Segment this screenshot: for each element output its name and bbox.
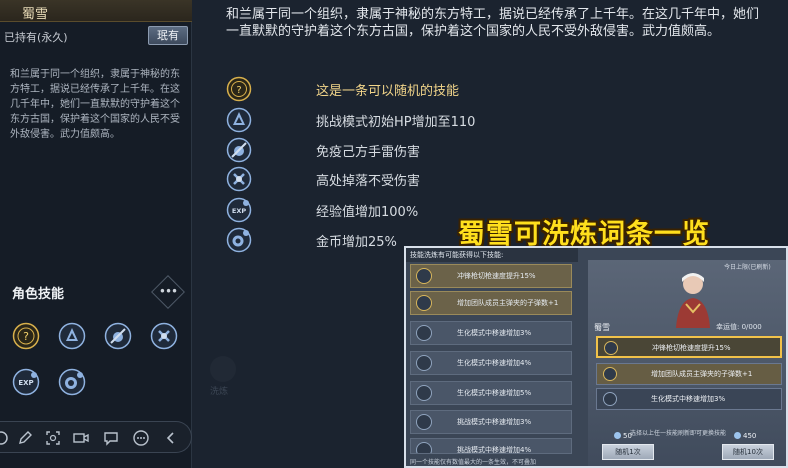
more-options-button[interactable]: ••• bbox=[151, 275, 185, 309]
random-skill-icon[interactable]: ? bbox=[12, 322, 40, 350]
ownership-status: 已持有(永久) bbox=[4, 31, 68, 44]
skill-icon bbox=[416, 414, 432, 430]
coin-icon bbox=[614, 432, 621, 439]
refine-label: 洗炼 bbox=[210, 387, 229, 397]
refine-panel: 今日上限(已刷新) 蜀雪 幸运值: 0/000 冲锋枪切枪速度提升15% 增加团… bbox=[588, 260, 786, 466]
gold-up-icon[interactable] bbox=[58, 368, 86, 396]
inset-list-item: 生化模式中移速增加4% bbox=[410, 351, 572, 375]
inset-list-item: 挑战模式中移速增加4% bbox=[410, 438, 572, 454]
inset-list-text: 挑战模式中移速增加4% bbox=[457, 446, 532, 454]
perk-text: 这是一条可以随机的技能 bbox=[316, 84, 460, 99]
inset-list-text: 生化模式中移速增加4% bbox=[457, 359, 532, 367]
fall-immune-icon bbox=[226, 166, 252, 192]
skill-icon bbox=[416, 442, 432, 453]
exp-up-icon: EXP bbox=[226, 197, 252, 223]
refine-option-text: 冲锋枪切枪速度提升15% bbox=[652, 344, 731, 352]
refine-option[interactable]: 增加团队成员主弹夹的子弹数+1 bbox=[596, 363, 782, 385]
exp-up-icon[interactable]: EXP bbox=[12, 368, 40, 396]
skin-description: 和兰属于同一个组织，隶属于神秘的东方特工，据说已经传承了上千年。在这几千年中，她… bbox=[226, 7, 760, 39]
perk-text: 挑战模式初始HP增加至110 bbox=[316, 115, 476, 130]
pencil-icon[interactable] bbox=[16, 429, 34, 447]
skills-heading: 角色技能 bbox=[12, 287, 65, 302]
circle-icon[interactable] bbox=[0, 429, 10, 447]
character-name: 蜀雪 bbox=[22, 7, 49, 22]
skill-icon bbox=[416, 325, 432, 341]
fall-immune-icon[interactable] bbox=[150, 322, 178, 350]
more-circle-icon[interactable] bbox=[132, 429, 150, 447]
skill-icon bbox=[603, 367, 617, 381]
refine-option-text: 增加团队成员主弹夹的子弹数+1 bbox=[651, 370, 753, 378]
skill-icon bbox=[604, 341, 618, 355]
character-description: 和兰属于同一个组织，隶属于神秘的东方特工，据说已经传承了上千年。在这几千年中，她… bbox=[10, 69, 180, 140]
gold-up-icon bbox=[226, 227, 252, 253]
video-icon[interactable] bbox=[72, 429, 90, 447]
refine-note: 选择以上任一技能刷新即可更换技能 bbox=[630, 430, 727, 437]
more-dots-icon: ••• bbox=[158, 284, 178, 299]
scan-icon[interactable] bbox=[44, 429, 62, 447]
svg-text:?: ? bbox=[23, 330, 29, 343]
inset-list-text: 冲锋枪切枪速度提升15% bbox=[457, 272, 536, 280]
roll10-cost: 450 bbox=[734, 432, 756, 440]
character-panel: 蜀雪 已持有(永久) 珉有 和兰属于同一个组织，隶属于神秘的东方特工，据说已经传… bbox=[0, 0, 192, 468]
bottom-toolbar bbox=[0, 421, 192, 453]
roll-ten-button[interactable]: 随机10次 bbox=[722, 444, 774, 460]
perk-row-grenade: 免疫己方手雷伤害 bbox=[226, 137, 526, 163]
perk-row-random: ? 这是一条可以随机的技能 bbox=[226, 76, 526, 102]
grenade-immune-icon bbox=[226, 137, 252, 163]
chat-icon[interactable] bbox=[102, 429, 120, 447]
roll1-cost-value: 50 bbox=[623, 432, 632, 440]
perk-row-hp: 挑战模式初始HP增加至110 bbox=[226, 107, 526, 133]
random-skill-icon: ? bbox=[226, 76, 252, 102]
coin-icon bbox=[734, 432, 741, 439]
refine-character-name: 蜀雪 bbox=[594, 323, 610, 332]
perk-text: 免疫己方手雷伤害 bbox=[316, 145, 421, 160]
collapse-icon[interactable] bbox=[162, 429, 180, 447]
luck-value: 幸运值: 0/000 bbox=[716, 323, 762, 331]
inset-list-item: 挑战模式中移速增加3% bbox=[410, 410, 572, 434]
hp-up-icon[interactable] bbox=[58, 322, 86, 350]
inset-list-item: 冲锋枪切枪速度提升15% bbox=[410, 264, 572, 288]
perk-text: 金币增加25% bbox=[316, 235, 397, 250]
svg-text:EXP: EXP bbox=[18, 379, 33, 387]
svg-text:?: ? bbox=[236, 85, 241, 96]
skill-icon bbox=[603, 392, 617, 406]
inset-list-header: 技能洗炼有可能获得以下技能: bbox=[406, 248, 578, 262]
grenade-immune-icon[interactable] bbox=[104, 322, 132, 350]
character-portrait bbox=[668, 268, 718, 328]
perk-text: 高处掉落不受伤害 bbox=[316, 174, 421, 189]
refine-screenshot-inset: 技能洗炼有可能获得以下技能: 冲锋枪切枪速度提升15% 增加团队成员主弹夹的子弹… bbox=[404, 246, 788, 468]
equip-button[interactable]: 珉有 bbox=[148, 26, 188, 45]
refine-option-text: 生化模式中移速增加3% bbox=[651, 395, 726, 403]
perk-row-fall: 高处掉落不受伤害 bbox=[226, 166, 526, 192]
refine-icon[interactable] bbox=[210, 356, 236, 382]
hp-up-icon bbox=[226, 107, 252, 133]
inset-footer-note: 同一个技能仅有数值最大的一条生效，不可叠加 bbox=[410, 459, 537, 466]
refine-option[interactable]: 生化模式中移速增加3% bbox=[596, 388, 782, 410]
perk-text: 经验值增加100% bbox=[316, 205, 419, 220]
inset-list-text: 生化模式中移速增加3% bbox=[457, 329, 532, 337]
svg-text:EXP: EXP bbox=[232, 207, 246, 215]
inset-list-text: 挑战模式中移速增加3% bbox=[457, 418, 532, 426]
character-name-tab[interactable]: 蜀雪 bbox=[0, 0, 192, 22]
skill-icon bbox=[416, 385, 432, 401]
roll-once-button[interactable]: 随机1次 bbox=[602, 444, 654, 460]
inset-list-item: 增加团队成员主弹夹的子弹数+1 bbox=[410, 291, 572, 315]
inset-list-text: 生化模式中移速增加5% bbox=[457, 389, 532, 397]
inset-list-item: 生化模式中移速增加3% bbox=[410, 321, 572, 345]
skill-icon bbox=[416, 355, 432, 371]
inset-list-item: 生化模式中移速增加5% bbox=[410, 381, 572, 405]
roll10-cost-value: 450 bbox=[743, 432, 757, 440]
roll1-cost: 50 bbox=[614, 432, 632, 440]
skill-icon bbox=[416, 295, 432, 311]
daily-limit-hint: 今日上限(已刷新) bbox=[724, 264, 771, 271]
inset-list-text: 增加团队成员主弹夹的子弹数+1 bbox=[457, 299, 559, 307]
skill-icon bbox=[416, 268, 432, 284]
refine-option[interactable]: 冲锋枪切枪速度提升15% bbox=[596, 336, 782, 358]
